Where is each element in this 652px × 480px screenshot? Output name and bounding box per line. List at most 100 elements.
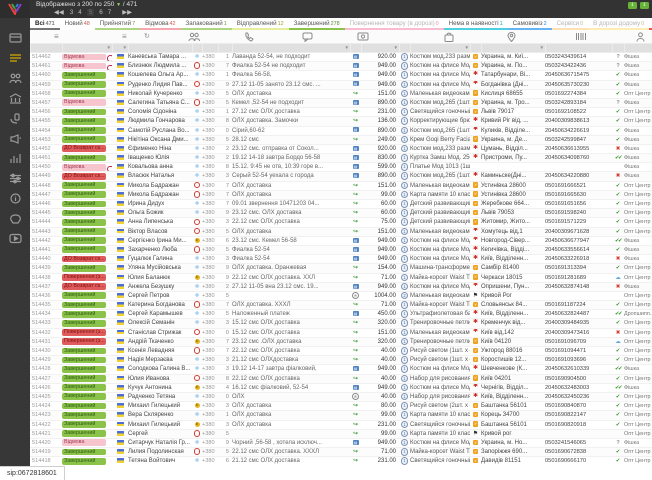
client-phone[interactable]: +380	[202, 411, 218, 419]
order-row-514456[interactable]: 514456ЗавершенийСоломія Сідоніна❄+380127…	[30, 108, 652, 117]
delivery-location[interactable]: Кегичівка, Відді...	[481, 246, 545, 254]
order-comment[interactable]: 23.12 смс. ОЛХ доставка	[232, 209, 350, 217]
status-badge[interactable]: Завершений	[62, 375, 112, 383]
status-badge[interactable]: Завершений	[62, 154, 112, 162]
client-phone[interactable]: +380	[202, 274, 218, 282]
product-name[interactable]: Майка-корсет Waist Trainer *142...	[410, 301, 470, 309]
tracking-number[interactable]: 20400309473416	[545, 329, 612, 337]
product-name[interactable]: Костюм на флисе Мод,1014 (1ш...	[410, 365, 470, 373]
order-comment[interactable]: Фиалка 52-54	[232, 246, 350, 254]
tracking-number[interactable]	[545, 430, 612, 438]
order-row-514444[interactable]: 514444ЗавершенийАнна Липенська+380322.12…	[30, 218, 652, 227]
order-row-514427[interactable]: 514427ЗавершенийЮлия Иванова+380822.12 с…	[30, 375, 652, 384]
client-name[interactable]: Андрій Ткаченко	[128, 338, 192, 346]
status-badge[interactable]: Завершений	[62, 347, 112, 355]
client-phone[interactable]: +380	[202, 439, 218, 447]
status-badge[interactable]: Завершений	[62, 237, 112, 245]
delivery-location[interactable]: Київ, Відділенн...	[481, 393, 545, 401]
order-comment[interactable]: ОЛХ доставка	[232, 421, 350, 429]
tab-В дорозі додому[interactable]: В дорозі додому0	[588, 18, 649, 30]
client-phone[interactable]: +380	[202, 365, 218, 373]
tab-Новий[interactable]: Новий48	[60, 18, 95, 30]
status-badge[interactable]: Завершений	[62, 319, 112, 327]
client-name[interactable]: Салегина Татьяна С...	[128, 99, 192, 107]
refresh-icon[interactable]: ↻	[144, 32, 150, 41]
order-row-514446[interactable]: 514446ЗавершенийИрина Дидух❄+380709.01 з…	[30, 200, 652, 209]
filter-cell-16[interactable]	[625, 44, 652, 52]
tracking-number[interactable]: 0501692108522	[545, 108, 612, 116]
client-name[interactable]: Тетяна Войтович	[128, 457, 192, 465]
order-row-514457[interactable]: 514457ВідмоваСалегина Татьяна С...+3805К…	[30, 99, 652, 108]
order-row-514439[interactable]: 514439ЗавершенийУляна Мусійовська❄+3809О…	[30, 264, 652, 273]
client-phone[interactable]: +380	[202, 356, 218, 364]
tab-Відправлений[interactable]: Відправлений12	[232, 18, 289, 30]
client-name[interactable]: Ирина Дидух	[128, 200, 192, 208]
order-list-icon[interactable]: ≡	[54, 32, 59, 41]
order-comment[interactable]: 22.12 смс ОЛХ доставка	[232, 347, 350, 355]
tab-Всі[interactable]: Всі471	[30, 18, 60, 30]
product-name[interactable]: Костюм мод,265 (1шт. х 890.00 ...	[410, 127, 470, 135]
client-phone[interactable]: +380	[202, 393, 218, 401]
status-badge[interactable]: Завершений	[62, 421, 112, 429]
product-name[interactable]: Маленькая видеокамера SQ8 *...	[410, 329, 470, 337]
order-row-514437[interactable]: 514437ДО Возврат ск...Анжела Безушку❄+38…	[30, 283, 652, 292]
client-phone[interactable]: +380	[202, 136, 218, 144]
client-name[interactable]: Михаил Гилецький	[128, 421, 192, 429]
tracking-number[interactable]: 20450633556614	[545, 246, 612, 254]
app-logo[interactable]	[0, 0, 30, 18]
client-name[interactable]: Близнюк Людмила ...	[128, 62, 192, 70]
first-page-button[interactable]: ◀◀	[54, 9, 64, 16]
client-name[interactable]: Микола Бадражан	[128, 191, 192, 199]
tab-Повернення товару (в дорозі)[interactable]: Повернення товару (в дорозі)0	[345, 18, 444, 30]
client-phone[interactable]: +380	[202, 255, 218, 263]
status-badge[interactable]: Завершений	[62, 117, 112, 125]
product-name[interactable]: Карта памяти 10 класс - 32Гб *1...	[410, 191, 470, 199]
product-name[interactable]: Маленькая видеокамера SQ8 *...	[410, 90, 470, 98]
orders-icon[interactable]	[7, 52, 23, 65]
order-row-514431[interactable]: 514431Повернення (з...Андрій Ткаченкоlk+…	[30, 338, 652, 347]
delivery-location[interactable]: Чернігів, Відділ...	[481, 384, 545, 392]
order-comment[interactable]	[232, 292, 350, 300]
order-row-514450[interactable]: 514450ВідмоваКовальова анна❄+380815.12. …	[30, 163, 652, 172]
delivery-location[interactable]: Шевченкове (К...	[481, 365, 545, 373]
order-row-514440[interactable]: 514440ДО Возврат ск...Гуцалюк Галина❄+38…	[30, 255, 652, 264]
status-badge[interactable]: ДО Возврат ск...	[62, 283, 112, 291]
order-comment[interactable]: Чорний ,56-58 , хотела исключ...	[232, 439, 350, 447]
tracking-number[interactable]: 0501691666521	[545, 182, 612, 190]
product-name[interactable]: Костюм на флисе Мод,1014 (1ш...	[410, 283, 470, 291]
order-comment[interactable]: Сірий,60-62	[232, 127, 350, 135]
order-comment[interactable]: 15.12. 9:45 не отв, 10:39 горе в...	[232, 163, 350, 171]
tracking-number[interactable]: 20450636677947	[545, 237, 612, 245]
client-name[interactable]: Самотій Руслана Во...	[128, 127, 192, 135]
delivery-location[interactable]: Куликів, Відділе...	[481, 127, 545, 135]
client-phone[interactable]: +380	[202, 301, 218, 309]
status-badge[interactable]: ДО Возврат ск...	[62, 172, 112, 180]
client-name[interactable]: Солодкова Галина В...	[128, 365, 192, 373]
order-row-514433[interactable]: 514433ЗавершенийОлексій Семанін❄+380315.…	[30, 319, 652, 328]
status-badge[interactable]: Відмова	[62, 62, 112, 70]
order-row-514426[interactable]: 514426ЗавершенийКучук Антонинаlk+380416.…	[30, 384, 652, 393]
delivery-location[interactable]: Львів 79053	[481, 209, 545, 217]
tracking-number[interactable]: 0501690904500	[545, 375, 612, 383]
tracking-number[interactable]: 0503242599847	[545, 136, 612, 144]
order-comment[interactable]: 19.12 14-17 завтра фіалковий,	[232, 365, 350, 373]
tracking-number[interactable]: 20450632610339	[545, 365, 612, 373]
client-name[interactable]: Ксенія Левадняя	[128, 347, 192, 355]
order-row-514441[interactable]: 514441ЗавершенийЗахарченко Люба+3805Фиал…	[30, 246, 652, 255]
product-name[interactable]: Костюм на флисе Мод,1014 (1ш...	[410, 439, 470, 447]
order-row-514422[interactable]: 514422ЗавершенийМихаил Гилецькийlk+3803О…	[30, 421, 652, 430]
tab-Завершений[interactable]: Завершений278	[289, 18, 345, 30]
client-name[interactable]: Радченко Тетяна	[128, 393, 192, 401]
tracking-number[interactable]: 20400309484935	[545, 319, 612, 327]
order-comment[interactable]: 23.12 смс. отправка от Сокол...	[232, 145, 350, 153]
tracking-number[interactable]: 0501691096709	[545, 338, 612, 346]
delivery-location[interactable]: Київ 04201	[481, 375, 545, 383]
product-name[interactable]: Тренировочные петли TRX Train...	[410, 338, 470, 346]
status-badge[interactable]: Завершений	[62, 356, 112, 364]
import-button[interactable]: ⇓	[640, 2, 649, 9]
product-name[interactable]: Костюм на флисе Мод,1014 (1ш...	[410, 246, 470, 254]
order-row-514436[interactable]: 514436ЗавершенийСергей Петров❄+3805₴1004…	[30, 292, 652, 301]
order-comment[interactable]: 09.01 звернення 10471203 04...	[232, 200, 350, 208]
order-comment[interactable]: ОЛХ доставка	[232, 191, 350, 199]
order-row-514460[interactable]: 514460ЗавершенийКошелева Ольга Ар...❄+38…	[30, 71, 652, 80]
